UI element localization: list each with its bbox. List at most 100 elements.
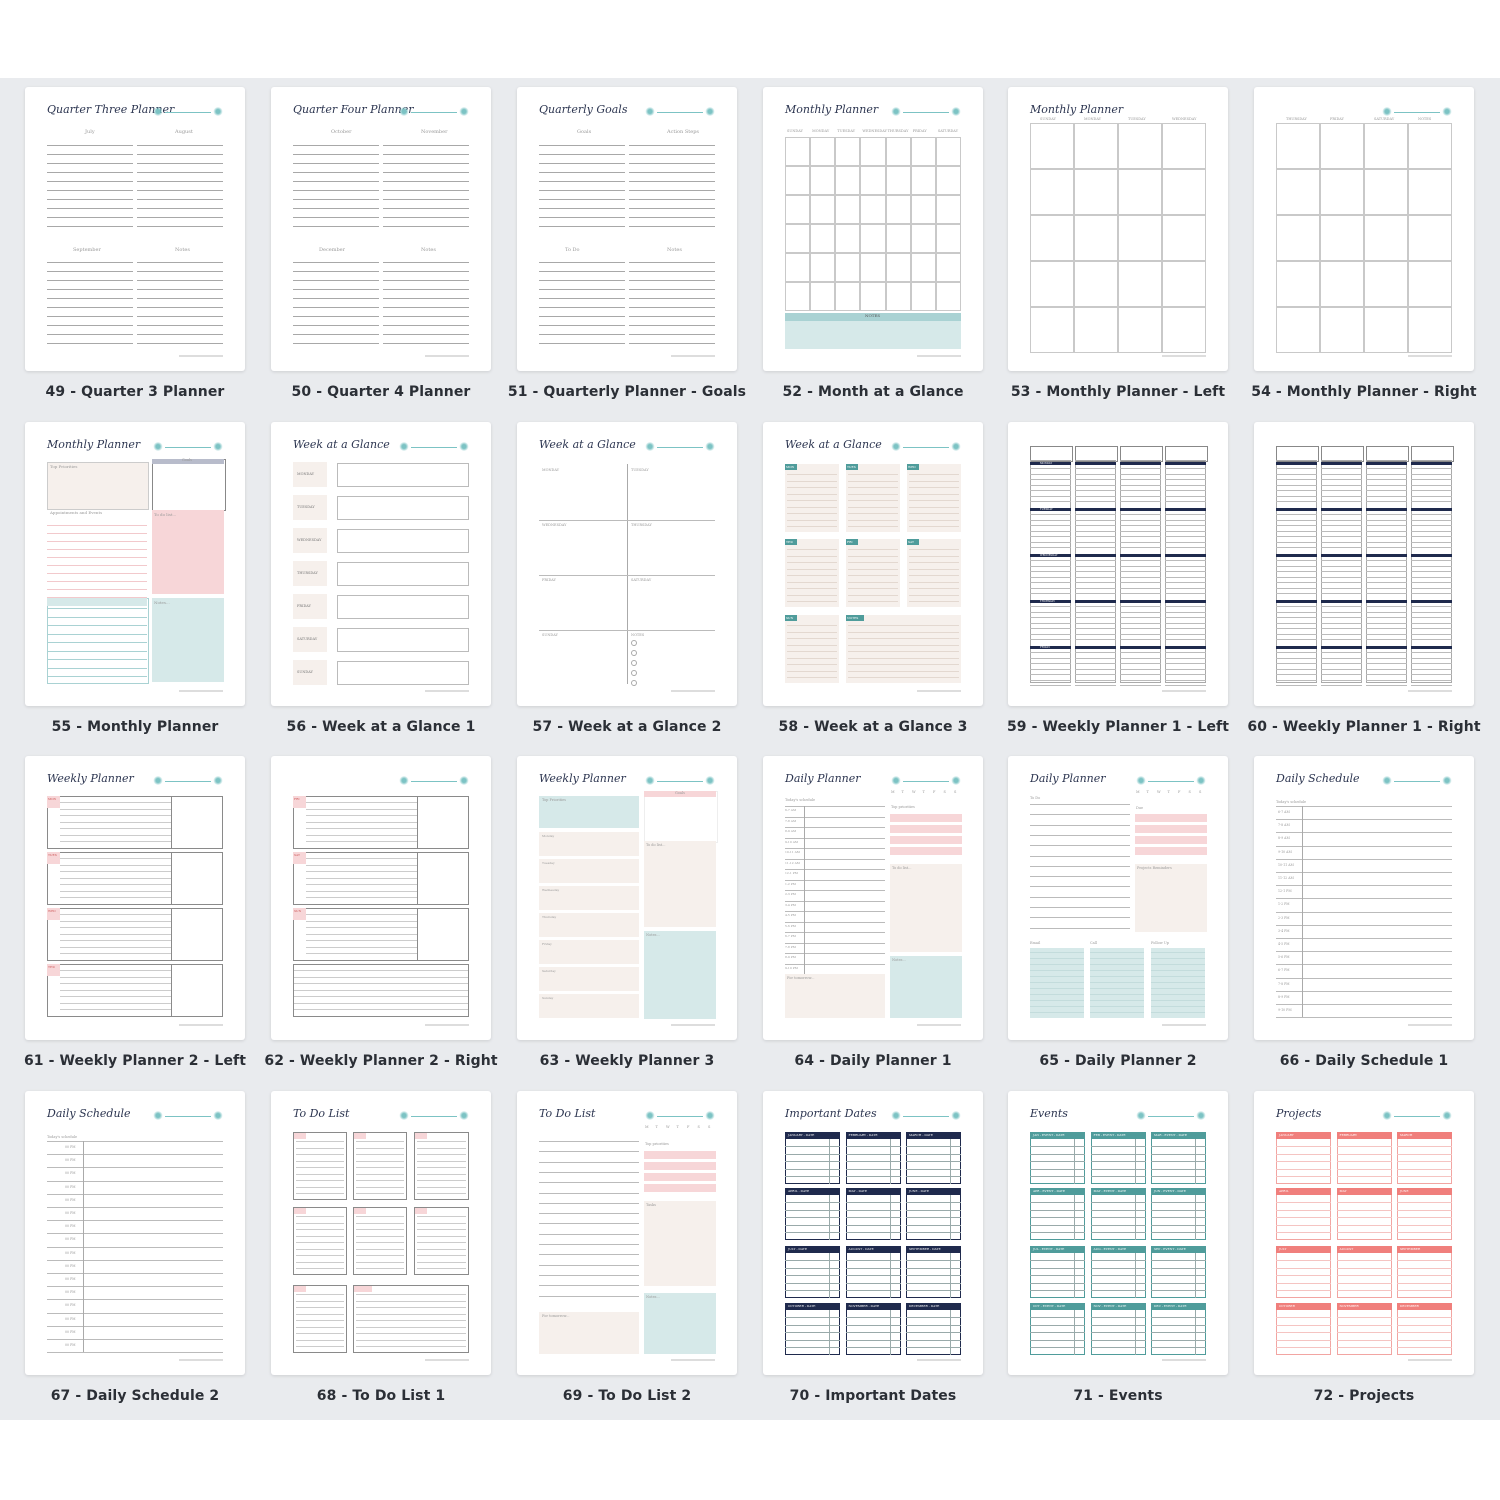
ruled-line bbox=[848, 555, 898, 557]
template-thumbnail[interactable]: FRI SAT SUN bbox=[271, 756, 491, 1040]
template-thumbnail[interactable]: Quarterly Goals Goals Action Steps To Do Not… bbox=[517, 87, 737, 371]
template-thumbnail[interactable]: Daily Schedule Today's schedule 6-7 AM 7-8 … bbox=[1254, 756, 1474, 1040]
page-title: Daily Planner bbox=[785, 772, 861, 785]
template-caption[interactable]: 61 - Weekly Planner 2 - Left bbox=[5, 1053, 265, 1069]
day-notes-column bbox=[171, 852, 172, 905]
template-caption[interactable]: 55 - Monthly Planner bbox=[5, 719, 265, 735]
day-label: SATURDAY bbox=[631, 578, 652, 582]
template-thumbnail[interactable]: Projects JANUARY FEBRUARY MARCH APRIL MAY JUNE… bbox=[1254, 1091, 1474, 1375]
ruled-line bbox=[1030, 484, 1071, 486]
template-caption[interactable]: 66 - Daily Schedule 1 bbox=[1234, 1053, 1494, 1069]
day-bar bbox=[1321, 600, 1362, 603]
ruled-line bbox=[47, 208, 133, 209]
day-bar bbox=[1411, 462, 1452, 465]
template-thumbnail[interactable]: Week at a Glance MONDAY TUESDAY WEDNESDAY TH… bbox=[271, 422, 491, 706]
template-thumbnail[interactable]: Monthly Planner SUNDAY MONDAY TUESDAY WEDNES… bbox=[1008, 87, 1228, 371]
ruled-line bbox=[1321, 484, 1362, 486]
template-thumbnail[interactable]: Monthly Planner Top Priorities Goals Appoin… bbox=[25, 422, 245, 706]
template-caption[interactable]: 68 - To Do List 1 bbox=[251, 1388, 511, 1404]
template-caption[interactable]: 54 - Monthly Planner - Right bbox=[1234, 384, 1494, 400]
template-thumbnail[interactable]: Monthly Planner SUNDAY MONDAY TUESDAY WEDNES… bbox=[763, 87, 983, 371]
template-caption[interactable]: 63 - Weekly Planner 3 bbox=[497, 1053, 757, 1069]
ruled-line bbox=[417, 1242, 466, 1243]
checkbox bbox=[631, 680, 637, 686]
template-thumbnail[interactable]: Daily Planner To Do M T W T F S S Due Projects Rem… bbox=[1008, 756, 1228, 1040]
template-caption[interactable]: 51 - Quarterly Planner - Goals bbox=[497, 384, 757, 400]
ruled-line bbox=[787, 670, 837, 672]
template-caption[interactable]: 72 - Projects bbox=[1234, 1388, 1494, 1404]
ruled-line bbox=[356, 1180, 404, 1181]
calendar-cell bbox=[910, 253, 936, 282]
ruled-line bbox=[417, 1167, 466, 1168]
ruled-line bbox=[1411, 479, 1452, 480]
template-caption[interactable]: 62 - Weekly Planner 2 - Right bbox=[251, 1053, 511, 1069]
template-caption[interactable]: 65 - Daily Planner 2 bbox=[988, 1053, 1248, 1069]
template-thumbnail[interactable]: To Do List M T W T F S S Top priorities Tasks For … bbox=[517, 1091, 737, 1375]
template-thumbnail[interactable]: Quarter Four Planner October November Decem… bbox=[271, 87, 491, 371]
template-thumbnail[interactable]: Quarter Three Planner July August September… bbox=[25, 87, 245, 371]
ruled-line bbox=[909, 575, 959, 576]
ruled-line bbox=[1276, 593, 1317, 594]
template-thumbnail[interactable]: Weekly Planner MON TUES WED THU bbox=[25, 756, 245, 1040]
template-caption[interactable]: 50 - Quarter 4 Planner bbox=[251, 384, 511, 400]
ruled-line bbox=[1366, 484, 1407, 486]
template-caption[interactable]: 53 - Monthly Planner - Left bbox=[988, 384, 1248, 400]
ruled-line bbox=[294, 970, 468, 971]
ruled-line bbox=[1151, 1012, 1205, 1013]
template-caption[interactable]: 56 - Week at a Glance 1 bbox=[251, 719, 511, 735]
calendar-cell bbox=[885, 253, 911, 282]
template-caption[interactable]: 59 - Weekly Planner 1 - Left bbox=[988, 719, 1248, 735]
template-thumbnail[interactable]: THURSDAY FRIDAY SATURDAY NOTES bbox=[1254, 87, 1474, 371]
template-caption[interactable]: 67 - Daily Schedule 2 bbox=[5, 1388, 265, 1404]
ruled-line bbox=[1090, 1267, 1146, 1269]
ruled-line bbox=[1151, 1224, 1206, 1226]
time-slot-label: 9-10 PM bbox=[1278, 1008, 1292, 1012]
ruled-line bbox=[1411, 473, 1452, 475]
calendar-cell bbox=[1118, 261, 1162, 307]
template-caption[interactable]: 70 - Important Dates bbox=[743, 1388, 1003, 1404]
ruled-line bbox=[1165, 639, 1206, 640]
template-thumbnail[interactable]: MONDAY TUESDAY WEDNESDAY THURSDAY FRIDAY bbox=[1008, 422, 1228, 706]
template-thumbnail[interactable]: Important Dates JANUARY - DATE FEBRUARY - … bbox=[763, 1091, 983, 1375]
template-caption[interactable]: 52 - Month at a Glance bbox=[743, 384, 1003, 400]
ruled-line bbox=[383, 199, 469, 200]
template-caption[interactable]: 60 - Weekly Planner 1 - Right bbox=[1234, 719, 1494, 735]
ruled-line bbox=[539, 1223, 639, 1225]
ruled-line bbox=[1075, 541, 1116, 543]
ruled-line bbox=[47, 1299, 223, 1301]
ruled-line bbox=[1276, 514, 1317, 515]
template-caption[interactable]: 69 - To Do List 2 bbox=[497, 1388, 757, 1404]
template-thumbnail[interactable]: Daily Planner Today's schedule 6-7 AM 7-8 A… bbox=[763, 756, 983, 1040]
ruled-line bbox=[1030, 814, 1130, 816]
template-thumbnail[interactable] bbox=[1254, 422, 1474, 706]
date-column-divider bbox=[889, 1139, 891, 1184]
template-caption[interactable]: 64 - Daily Planner 1 bbox=[743, 1053, 1003, 1069]
ruled-line bbox=[1120, 479, 1161, 480]
template-thumbnail[interactable]: To Do List bbox=[271, 1091, 491, 1375]
time-slot-label: 12-1 PM bbox=[1278, 889, 1292, 894]
time-slot-label: 00 PM bbox=[65, 1197, 76, 1202]
template-thumbnail[interactable]: Week at a Glance MON TUES WED THU FRI SAT SUN NO… bbox=[763, 422, 983, 706]
date-column-divider bbox=[1195, 1195, 1196, 1240]
template-caption[interactable]: 71 - Events bbox=[988, 1388, 1248, 1404]
tomorrow-box bbox=[539, 1312, 639, 1354]
ruled-line bbox=[1397, 1260, 1452, 1261]
ruled-line bbox=[60, 953, 171, 954]
ruled-line bbox=[1090, 988, 1144, 989]
ruled-line bbox=[1321, 514, 1362, 515]
template-thumbnail[interactable]: Week at a Glance MONDAY TUESDAY WEDNESDAY TH… bbox=[517, 422, 737, 706]
template-thumbnail[interactable]: Daily Schedule Today's schedule 00 PM 00 PM… bbox=[25, 1091, 245, 1375]
day-bar bbox=[1120, 646, 1161, 649]
ruled-line bbox=[1030, 886, 1130, 888]
template-thumbnail[interactable]: Weekly Planner Top Priorities Monday Tuesda… bbox=[517, 756, 737, 1040]
ruled-line bbox=[848, 651, 959, 652]
ruled-line bbox=[1120, 617, 1161, 618]
template-caption[interactable]: 57 - Week at a Glance 2 bbox=[497, 719, 757, 735]
template-thumbnail[interactable]: Events JAN - EVENT - DATE FEB - EVENT - DA… bbox=[1008, 1091, 1228, 1375]
box-label: For tomorrow... bbox=[787, 976, 815, 980]
template-caption[interactable]: 58 - Week at a Glance 3 bbox=[743, 719, 1003, 735]
ruled-line bbox=[629, 262, 715, 263]
ruled-line bbox=[1151, 964, 1205, 965]
ruled-line bbox=[1030, 560, 1071, 561]
template-caption[interactable]: 49 - Quarter 3 Planner bbox=[5, 384, 265, 400]
